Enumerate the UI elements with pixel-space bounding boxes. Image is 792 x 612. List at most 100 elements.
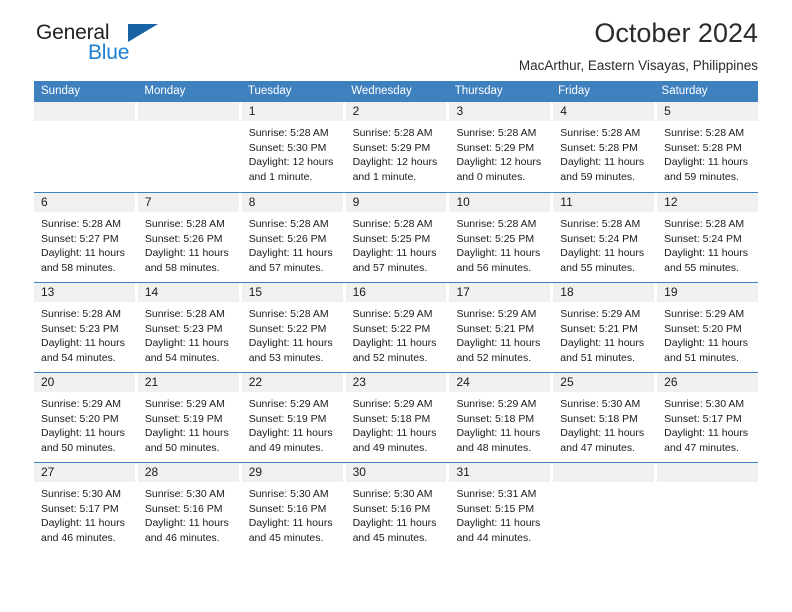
weekday-header-saturday: Saturday <box>661 85 708 97</box>
day-number: 5 <box>657 102 759 121</box>
weekday-header-tuesday: Tuesday <box>247 85 292 97</box>
day-number: 21 <box>137 373 239 392</box>
sunrise-text: Sunrise: 5:30 AM <box>664 398 745 410</box>
daylight-text: Daylight: 11 hours and 47 minutes. <box>560 427 645 454</box>
week-row: 1 Sunrise: 5:28 AM Sunset: 5:30 PM Daylight… <box>34 102 759 192</box>
day-cell[interactable]: 7 Sunrise: 5:28 AM Sunset: 5:26 PM Daylight… <box>137 193 242 282</box>
daylight-text: Daylight: 11 hours and 51 minutes. <box>664 337 749 364</box>
day-cell-empty <box>34 102 138 192</box>
day-cell[interactable]: 16 Sunrise: 5:29 AM Sunset: 5:22 PM Dayligh… <box>345 283 450 372</box>
day-cell[interactable]: 19 Sunrise: 5:29 AM Sunset: 5:20 PM Dayligh… <box>657 283 759 372</box>
daylight-text: Daylight: 11 hours and 58 minutes. <box>41 247 125 274</box>
day-cell[interactable]: 11 Sunrise: 5:28 AM Sunset: 5:24 PM Dayligh… <box>553 193 658 282</box>
sunset-text: Sunset: 5:24 PM <box>664 232 742 245</box>
sunrise-text: Sunrise: 5:28 AM <box>664 127 745 139</box>
day-number: 28 <box>137 463 239 482</box>
day-cell[interactable]: 1 Sunrise: 5:28 AM Sunset: 5:30 PM Daylight… <box>241 102 346 192</box>
day-number: 14 <box>137 283 239 302</box>
daylight-text: Daylight: 11 hours and 51 minutes. <box>560 337 645 364</box>
day-number <box>553 463 655 482</box>
day-cell[interactable]: 29 Sunrise: 5:30 AM Sunset: 5:16 PM Dayligh… <box>241 463 346 552</box>
sunrise-text: Sunrise: 5:28 AM <box>664 218 745 230</box>
day-info: Sunrise: 5:30 AM Sunset: 5:16 PM Daylight:… <box>138 482 239 545</box>
day-number: 15 <box>241 283 343 302</box>
day-info: Sunrise: 5:28 AM Sunset: 5:23 PM Daylight:… <box>138 302 239 365</box>
logo-text-general: General <box>36 21 110 44</box>
sunrise-text: Sunrise: 5:31 AM <box>456 488 537 500</box>
day-number: 22 <box>241 373 343 392</box>
day-cell[interactable]: 26 Sunrise: 5:30 AM Sunset: 5:17 PM Dayligh… <box>657 373 759 462</box>
day-info: Sunrise: 5:30 AM Sunset: 5:17 PM Daylight:… <box>657 392 758 455</box>
day-cell[interactable]: 30 Sunrise: 5:30 AM Sunset: 5:16 PM Dayligh… <box>345 463 450 552</box>
daylight-text: Daylight: 11 hours and 52 minutes. <box>352 337 437 364</box>
day-cell[interactable]: 3 Sunrise: 5:28 AM Sunset: 5:29 PM Daylight… <box>449 102 554 192</box>
day-number <box>137 102 239 121</box>
day-cell[interactable]: 23 Sunrise: 5:29 AM Sunset: 5:18 PM Dayligh… <box>345 373 450 462</box>
day-cell[interactable]: 15 Sunrise: 5:28 AM Sunset: 5:22 PM Dayligh… <box>241 283 346 372</box>
sunrise-text: Sunrise: 5:28 AM <box>41 218 121 230</box>
weekday-header-wednesday: Wednesday <box>351 85 412 97</box>
day-cell[interactable]: 21 Sunrise: 5:29 AM Sunset: 5:19 PM Dayligh… <box>137 373 242 462</box>
day-info: Sunrise: 5:29 AM Sunset: 5:21 PM Daylight:… <box>449 302 550 365</box>
day-cell[interactable]: 13 Sunrise: 5:28 AM Sunset: 5:23 PM Dayligh… <box>34 283 138 372</box>
day-cell[interactable]: 17 Sunrise: 5:29 AM Sunset: 5:21 PM Dayligh… <box>449 283 554 372</box>
page-header: General Blue October 2024 MacArthur, Eas… <box>34 0 758 78</box>
day-cell[interactable]: 9 Sunrise: 5:28 AM Sunset: 5:25 PM Daylight… <box>345 193 450 282</box>
sunrise-text: Sunrise: 5:29 AM <box>664 308 745 320</box>
daylight-text: Daylight: 11 hours and 59 minutes. <box>664 156 749 183</box>
day-number: 18 <box>553 283 655 302</box>
daylight-text: Daylight: 12 hours and 1 minute. <box>352 156 438 183</box>
day-info: Sunrise: 5:28 AM Sunset: 5:24 PM Daylight:… <box>553 212 654 275</box>
sunset-text: Sunset: 5:29 PM <box>352 141 431 154</box>
title-block: October 2024 MacArthur, Eastern Visayas,… <box>519 18 758 74</box>
day-number: 23 <box>345 373 447 392</box>
daylight-text: Daylight: 11 hours and 49 minutes. <box>248 427 333 454</box>
sunrise-text: Sunrise: 5:28 AM <box>144 218 225 230</box>
day-info: Sunrise: 5:28 AM Sunset: 5:26 PM Daylight:… <box>242 212 343 275</box>
general-blue-logo[interactable]: General Blue <box>34 22 234 74</box>
day-cell[interactable]: 31 Sunrise: 5:31 AM Sunset: 5:15 PM Dayligh… <box>449 463 554 552</box>
day-number: 29 <box>241 463 343 482</box>
day-cell[interactable]: 24 Sunrise: 5:29 AM Sunset: 5:18 PM Dayligh… <box>449 373 554 462</box>
day-info: Sunrise: 5:31 AM Sunset: 5:15 PM Daylight:… <box>449 482 550 545</box>
day-cell[interactable]: 20 Sunrise: 5:29 AM Sunset: 5:20 PM Dayligh… <box>34 373 138 462</box>
day-info: Sunrise: 5:29 AM Sunset: 5:21 PM Daylight:… <box>553 302 654 365</box>
day-cell[interactable]: 5 Sunrise: 5:28 AM Sunset: 5:28 PM Daylight… <box>657 102 759 192</box>
day-cell[interactable]: 25 Sunrise: 5:30 AM Sunset: 5:18 PM Dayligh… <box>553 373 658 462</box>
day-number: 7 <box>137 193 239 212</box>
day-number: 19 <box>657 283 759 302</box>
daylight-text: Daylight: 11 hours and 50 minutes. <box>41 427 125 454</box>
day-number: 1 <box>241 102 343 121</box>
day-cell[interactable]: 18 Sunrise: 5:29 AM Sunset: 5:21 PM Dayligh… <box>553 283 658 372</box>
day-cell[interactable]: 12 Sunrise: 5:28 AM Sunset: 5:24 PM Dayligh… <box>657 193 759 282</box>
weekday-header-friday: Friday <box>558 85 591 97</box>
sunset-text: Sunset: 5:26 PM <box>144 232 223 245</box>
day-number: 13 <box>34 283 135 302</box>
day-info: Sunrise: 5:29 AM Sunset: 5:20 PM Daylight:… <box>34 392 135 455</box>
sunset-text: Sunset: 5:15 PM <box>456 502 535 515</box>
sunrise-text: Sunrise: 5:29 AM <box>144 398 225 410</box>
sunset-text: Sunset: 5:28 PM <box>664 141 742 154</box>
day-info: Sunrise: 5:28 AM Sunset: 5:27 PM Daylight:… <box>34 212 135 275</box>
daylight-text: Daylight: 11 hours and 52 minutes. <box>456 337 541 364</box>
sunset-text: Sunset: 5:16 PM <box>352 502 431 515</box>
day-cell-empty <box>137 102 242 192</box>
week-row: 20 Sunrise: 5:29 AM Sunset: 5:20 PM Dayligh… <box>34 372 759 462</box>
sunrise-text: Sunrise: 5:30 AM <box>352 488 433 500</box>
day-cell[interactable]: 6 Sunrise: 5:28 AM Sunset: 5:27 PM Daylight… <box>34 193 138 282</box>
day-cell[interactable]: 2 Sunrise: 5:28 AM Sunset: 5:29 PM Daylight… <box>345 102 450 192</box>
sunset-text: Sunset: 5:30 PM <box>248 141 327 154</box>
sunrise-text: Sunrise: 5:29 AM <box>456 308 537 320</box>
sunrise-text: Sunrise: 5:29 AM <box>352 308 433 320</box>
triangle-icon <box>128 24 158 42</box>
day-info: Sunrise: 5:28 AM Sunset: 5:29 PM Daylight:… <box>449 121 550 184</box>
day-cell[interactable]: 28 Sunrise: 5:30 AM Sunset: 5:16 PM Dayligh… <box>137 463 242 552</box>
day-cell[interactable]: 14 Sunrise: 5:28 AM Sunset: 5:23 PM Dayligh… <box>137 283 242 372</box>
sunset-text: Sunset: 5:18 PM <box>352 412 431 425</box>
day-cell[interactable]: 8 Sunrise: 5:28 AM Sunset: 5:26 PM Daylight… <box>241 193 346 282</box>
day-number: 25 <box>553 373 655 392</box>
day-cell[interactable]: 22 Sunrise: 5:29 AM Sunset: 5:19 PM Dayligh… <box>241 373 346 462</box>
day-cell[interactable]: 4 Sunrise: 5:28 AM Sunset: 5:28 PM Daylight… <box>553 102 658 192</box>
day-cell[interactable]: 27 Sunrise: 5:30 AM Sunset: 5:17 PM Dayligh… <box>34 463 138 552</box>
day-cell[interactable]: 10 Sunrise: 5:28 AM Sunset: 5:25 PM Dayligh… <box>449 193 554 282</box>
